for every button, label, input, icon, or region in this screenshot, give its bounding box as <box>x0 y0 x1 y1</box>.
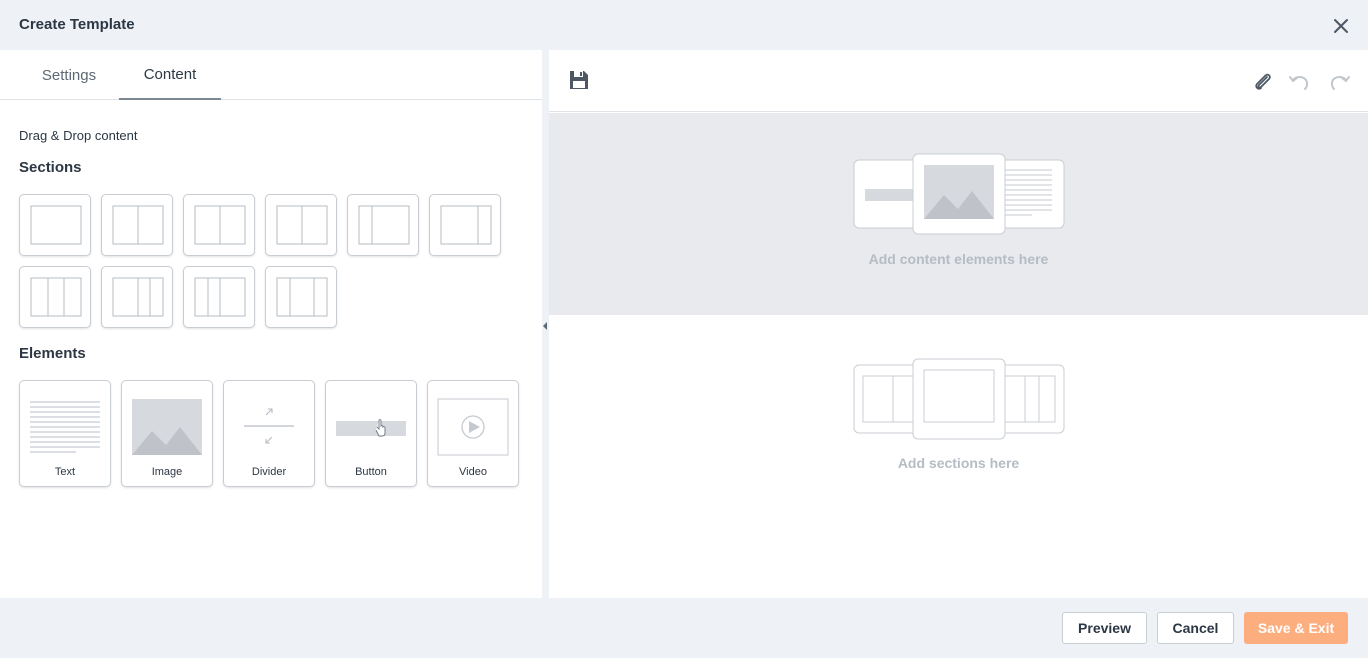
section-layout-2-3-1-3[interactable] <box>429 194 501 256</box>
element-button[interactable]: Button <box>325 380 417 487</box>
preview-button[interactable]: Preview <box>1062 612 1147 644</box>
section-layout-3-columns[interactable] <box>183 266 255 328</box>
content-panel: Settings Content Drag & Drop content Sec… <box>0 50 542 598</box>
tab-bar: Settings Content <box>0 50 542 100</box>
save-icon[interactable] <box>567 68 591 92</box>
sections-placeholder-illustration <box>853 358 1065 440</box>
save-exit-button[interactable]: Save & Exit <box>1244 612 1348 644</box>
section-layout-icon <box>358 205 410 245</box>
element-label: Video <box>459 466 487 478</box>
sections-drop-label: Add sections here <box>897 455 1020 471</box>
section-layout-icon <box>30 205 82 245</box>
content-drop-label: Add content elements here <box>868 251 1049 267</box>
content-placeholder-illustration <box>853 153 1065 235</box>
dialog-footer: Preview Cancel Save & Exit <box>0 598 1368 658</box>
section-layout-3-columns[interactable] <box>101 266 173 328</box>
dialog-header: Create Template <box>0 0 1368 50</box>
section-layout-icon <box>194 205 246 245</box>
tab-content[interactable]: Content <box>119 50 221 100</box>
panel-splitter[interactable] <box>542 50 549 598</box>
elements-heading: Elements <box>19 345 86 362</box>
section-layout-icon <box>30 277 82 317</box>
text-lines-icon <box>30 401 100 453</box>
element-label: Button <box>355 466 387 478</box>
section-layout-icon <box>112 205 164 245</box>
element-video[interactable]: Video <box>427 380 519 487</box>
redo-icon[interactable] <box>1328 71 1352 95</box>
element-label: Divider <box>251 466 287 478</box>
close-icon[interactable] <box>1330 15 1352 37</box>
element-text[interactable]: Text <box>19 380 111 487</box>
divider-icon <box>244 408 294 444</box>
video-play-icon <box>437 398 509 456</box>
section-layout-1-3-2-3[interactable] <box>347 194 419 256</box>
section-layout-2-columns[interactable] <box>265 194 337 256</box>
button-icon <box>336 419 406 437</box>
canvas-toolbar <box>549 50 1368 112</box>
section-layout-icon <box>112 277 164 317</box>
section-layout-3-columns[interactable] <box>265 266 337 328</box>
section-layout-icon <box>276 277 328 317</box>
element-label: Image <box>151 466 183 478</box>
element-image[interactable]: Image <box>121 380 213 487</box>
section-layout-2-columns[interactable] <box>101 194 173 256</box>
cancel-button[interactable]: Cancel <box>1157 612 1234 644</box>
section-layout-icon <box>440 205 492 245</box>
template-canvas: Add content elements here Add sections h… <box>549 50 1368 598</box>
element-divider[interactable]: Divider <box>223 380 315 487</box>
content-drop-zone[interactable]: Add content elements here <box>549 113 1368 315</box>
section-layout-icon <box>194 277 246 317</box>
section-layout-icon <box>276 205 328 245</box>
undo-icon[interactable] <box>1287 71 1311 95</box>
collapse-arrow-icon[interactable] <box>543 322 547 330</box>
sections-drop-zone[interactable]: Add sections here <box>549 315 1368 598</box>
tab-settings[interactable]: Settings <box>28 50 110 100</box>
image-icon <box>132 399 202 455</box>
section-layout-2-columns[interactable] <box>183 194 255 256</box>
drag-drop-instruction: Drag & Drop content <box>19 128 138 143</box>
dialog-title: Create Template <box>19 16 135 33</box>
paperclip-icon[interactable] <box>1251 71 1275 95</box>
section-layout-1-column[interactable] <box>19 194 91 256</box>
element-label: Text <box>54 466 76 478</box>
section-layout-3-columns[interactable] <box>19 266 91 328</box>
sections-heading: Sections <box>19 159 82 176</box>
